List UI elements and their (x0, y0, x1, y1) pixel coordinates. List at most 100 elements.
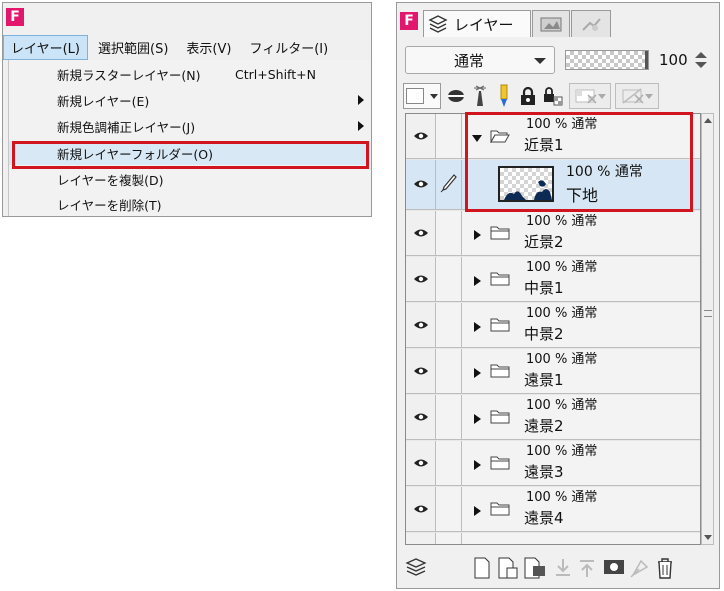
menu-item-duplicate-layer[interactable]: レイヤーを複製(D) (9, 167, 370, 191)
expand-arrow-icon[interactable] (474, 460, 481, 470)
menu-item-delete-layer[interactable]: レイヤーを削除(T) (9, 192, 370, 216)
transfer-down-button[interactable] (553, 557, 573, 583)
stepper-up-icon[interactable] (695, 52, 707, 58)
visibility-cell[interactable] (406, 160, 436, 209)
menu-layer[interactable]: レイヤー(L) (3, 34, 88, 60)
visibility-cell[interactable] (406, 395, 436, 439)
reference-layer-icon (448, 90, 464, 102)
opacity-slider-thumb[interactable] (644, 51, 648, 69)
layer-row[interactable]: 100 % 通常 近景1 (406, 114, 700, 159)
blend-mode-select[interactable]: 通常 (405, 46, 555, 74)
lock-layer-button[interactable] (517, 83, 539, 109)
layer-property-button[interactable] (405, 557, 427, 581)
edit-state-cell[interactable] (436, 160, 462, 209)
apply-mask-button[interactable] (629, 557, 651, 583)
layer-color-dropdown[interactable] (403, 83, 441, 109)
tab-sub-view[interactable] (571, 10, 611, 37)
scroll-grip-icon[interactable] (704, 310, 712, 317)
edit-state-cell[interactable] (436, 349, 462, 393)
visibility-cell[interactable] (406, 349, 436, 393)
opacity-slider[interactable] (565, 50, 649, 70)
menu-view[interactable]: 表示(V) (178, 35, 239, 60)
mask-dropdown[interactable] (615, 83, 659, 109)
expand-arrow-icon[interactable] (474, 230, 481, 240)
chevron-down-icon (645, 93, 653, 99)
expand-arrow-icon[interactable] (474, 414, 481, 424)
clipping-dropdown[interactable] (569, 83, 611, 109)
eye-icon[interactable] (413, 227, 429, 239)
panel-titlebar: F レイヤー (397, 3, 719, 39)
delete-layer-button[interactable] (655, 557, 675, 583)
expand-arrow-icon[interactable] (474, 368, 481, 378)
edit-state-cell[interactable] (436, 441, 462, 485)
merge-button[interactable] (577, 557, 597, 583)
menu-item-new-layer[interactable]: 新規レイヤー(E) (9, 88, 370, 112)
menu-filter[interactable]: フィルター(I) (241, 35, 336, 60)
new-raster-layer-button[interactable] (473, 557, 491, 583)
layer-row-partial[interactable] (406, 533, 700, 544)
menu-item-new-raster-layer[interactable]: 新規ラスターレイヤー(N) Ctrl+Shift+N (9, 62, 370, 86)
layer-meta: 100 % 通常 (526, 398, 598, 413)
layer-list-scrollbar[interactable] (701, 113, 714, 545)
lock-transparency-icon (544, 87, 563, 106)
visibility-cell[interactable] (406, 303, 436, 347)
edit-state-cell[interactable] (436, 395, 462, 439)
menu-item-new-layer-folder[interactable]: 新規レイヤーフォルダー(O) (9, 141, 370, 165)
eye-icon[interactable] (413, 178, 429, 190)
create-mask-button[interactable] (603, 557, 625, 581)
expand-arrow-icon[interactable] (474, 276, 481, 286)
visibility-cell[interactable] (406, 533, 436, 544)
visibility-cell[interactable] (406, 211, 436, 255)
tab-layer[interactable]: レイヤー (423, 10, 531, 37)
draft-layer-button[interactable] (469, 83, 491, 109)
edit-state-cell[interactable] (436, 257, 462, 301)
sub-view-icon (582, 18, 601, 31)
layer-row-selected[interactable]: 100 % 通常 下地 (406, 160, 700, 210)
layer-row[interactable]: 100 % 通常 遠景2 (406, 395, 700, 440)
layer-meta: 100 % 通常 (526, 444, 598, 459)
tab-navigator[interactable] (532, 10, 570, 37)
visibility-cell[interactable] (406, 487, 436, 531)
scroll-up-icon[interactable] (704, 118, 712, 123)
eye-icon[interactable] (413, 457, 429, 469)
mask-disabled-icon (622, 88, 644, 104)
new-layer-folder-button[interactable] (523, 557, 547, 583)
layer-row[interactable]: 100 % 通常 中景1 (406, 257, 700, 302)
layer-row[interactable]: 100 % 通常 遠景3 (406, 441, 700, 486)
expand-arrow-icon[interactable] (474, 506, 481, 516)
edit-state-cell[interactable] (436, 303, 462, 347)
edit-state-cell[interactable] (436, 211, 462, 255)
visibility-cell[interactable] (406, 441, 436, 485)
layer-row[interactable]: 100 % 通常 近景2 (406, 211, 700, 256)
reference-layer-button[interactable] (445, 83, 467, 109)
eye-icon[interactable] (413, 411, 429, 423)
new-folder-layer-icon (524, 557, 545, 579)
folder-icon (490, 502, 510, 516)
eye-icon[interactable] (413, 130, 429, 142)
layer-row[interactable]: 100 % 通常 中景2 (406, 303, 700, 348)
eye-icon[interactable] (413, 503, 429, 515)
stepper-down-icon[interactable] (695, 62, 707, 68)
layer-name: 遠景1 (524, 371, 564, 389)
eye-icon[interactable] (413, 365, 429, 377)
visibility-cell[interactable] (406, 114, 436, 158)
opacity-stepper[interactable] (694, 50, 708, 70)
palette-color-button[interactable] (493, 83, 515, 109)
layer-row[interactable]: 100 % 通常 遠景1 (406, 349, 700, 394)
scroll-down-icon[interactable] (704, 535, 712, 540)
collapse-arrow-icon[interactable] (472, 135, 482, 142)
eye-icon[interactable] (413, 319, 429, 331)
lock-transparency-button[interactable] (541, 83, 565, 109)
layer-name: 中景1 (524, 279, 564, 297)
edit-state-cell[interactable] (436, 487, 462, 531)
menu-item-new-correction-layer[interactable]: 新規色調補正レイヤー(J) (9, 114, 370, 138)
visibility-cell[interactable] (406, 257, 436, 301)
menu-selection[interactable]: 選択範囲(S) (90, 35, 176, 60)
layer-row[interactable]: 100 % 通常 遠景4 (406, 487, 700, 532)
edit-state-cell[interactable] (436, 533, 462, 544)
eye-icon[interactable] (413, 273, 429, 285)
new-vector-layer-button[interactable] (497, 557, 519, 583)
layer-property-toolbar (403, 83, 715, 111)
edit-state-cell[interactable] (436, 114, 462, 158)
expand-arrow-icon[interactable] (474, 322, 481, 332)
